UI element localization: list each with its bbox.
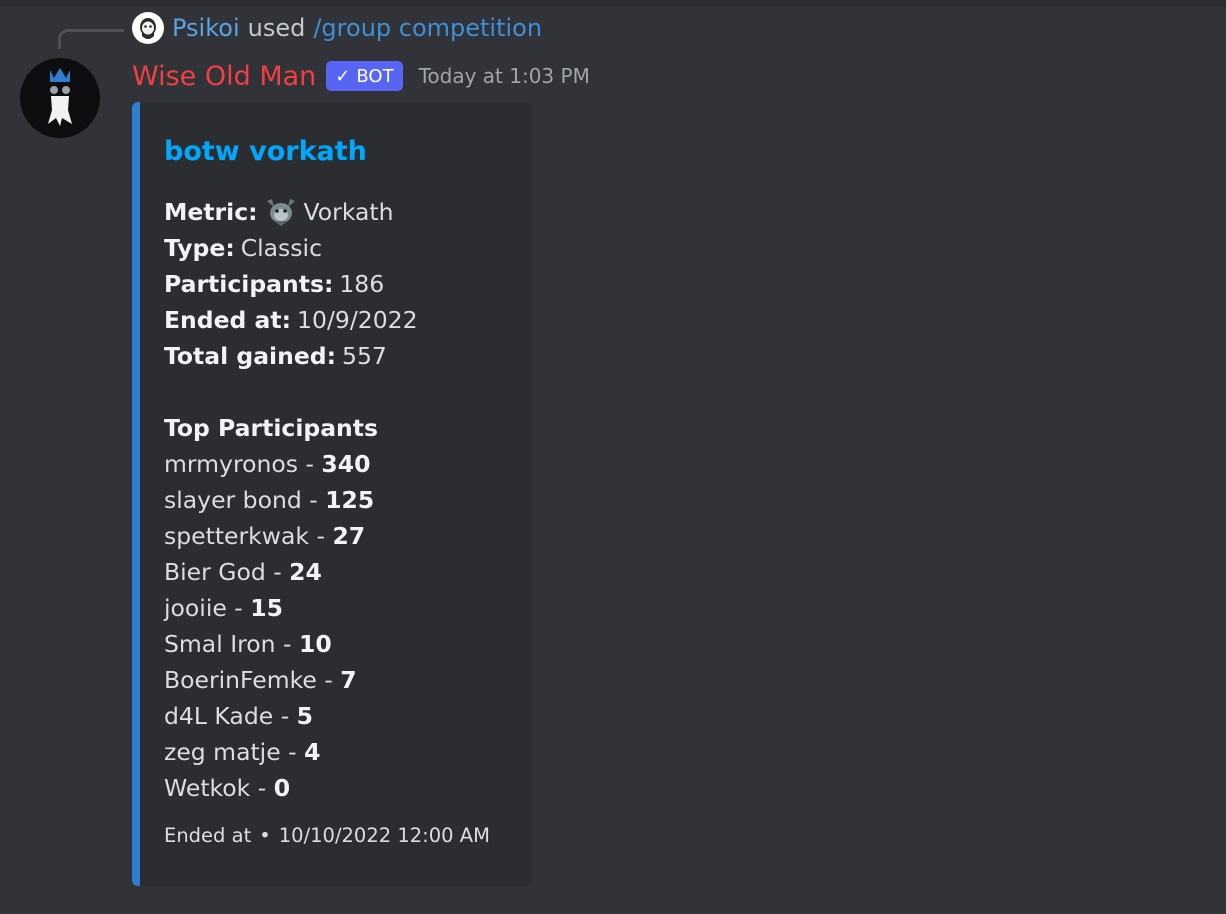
bot-badge-label: BOT: [356, 65, 394, 87]
field-ended-at: Ended at: 10/9/2022: [164, 302, 418, 338]
field-label: Type:: [164, 234, 235, 262]
participant-name: jooiie: [164, 594, 227, 622]
participant-score: 27: [332, 522, 366, 550]
reply-connector: [58, 29, 124, 49]
participant-name: BoerinFemke: [164, 666, 317, 694]
list-item: Wetkok - 0: [164, 774, 291, 802]
list-item: slayer bond - 125: [164, 486, 375, 514]
field-type: Type: Classic: [164, 230, 418, 266]
field-total-gained: Total gained: 557: [164, 338, 418, 374]
field-participants: Participants: 186: [164, 266, 418, 302]
message-header: Wise Old Man ✓ BOT Today at 1:03 PM: [132, 58, 590, 94]
command-header: Psikoi used /group competition: [132, 12, 542, 44]
verified-check-icon: ✓: [335, 65, 351, 87]
participant-score: 10: [298, 630, 332, 658]
participant-score: 24: [289, 558, 322, 586]
top-participants-heading: Top Participants: [164, 414, 379, 442]
author-name[interactable]: Wise Old Man: [132, 61, 316, 92]
bot-avatar[interactable]: [20, 58, 100, 138]
participant-score: 125: [325, 486, 375, 514]
list-item: mrmyronos - 340: [164, 450, 371, 478]
user-face-icon: [140, 18, 156, 39]
list-item: Smal Iron - 10: [164, 630, 332, 658]
list-item: Bier God - 24: [164, 558, 322, 586]
command-user-name[interactable]: Psikoi: [172, 14, 240, 42]
list-item: BoerinFemke - 7: [164, 666, 357, 694]
field-label: Total gained:: [164, 342, 337, 370]
field-value: 10/9/2022: [297, 306, 418, 334]
participant-name: spetterkwak: [164, 522, 310, 550]
command-name[interactable]: /group competition: [313, 14, 542, 42]
user-avatar[interactable]: [132, 12, 164, 44]
field-value: 557: [342, 342, 387, 370]
embed-title[interactable]: botw vorkath: [164, 136, 367, 167]
participant-score: 0: [273, 774, 291, 802]
participant-score: 7: [340, 666, 357, 694]
bot-badge: ✓ BOT: [326, 61, 403, 91]
participant-score: 5: [296, 702, 313, 730]
participant-name: zeg matje: [164, 738, 281, 766]
field-value: Classic: [240, 234, 322, 262]
footer-separator: •: [259, 824, 271, 847]
embed-footer: Ended at • 10/10/2022 12:00 AM: [164, 824, 490, 847]
field-value: 186: [339, 270, 385, 298]
field-label: Participants:: [164, 270, 334, 298]
top-participants-list: mrmyronos - 340 slayer bond - 125 spette…: [164, 446, 374, 806]
list-item: zeg matje - 4: [164, 738, 321, 766]
participant-name: d4L Kade: [164, 702, 274, 730]
footer-label: Ended at: [164, 824, 252, 847]
participant-score: 15: [250, 594, 283, 622]
top-strip: [0, 0, 1226, 6]
participant-score: 4: [304, 738, 321, 766]
participant-name: mrmyronos: [164, 450, 298, 478]
list-item: spetterkwak - 27: [164, 522, 366, 550]
list-item: jooiie - 15: [164, 594, 283, 622]
participant-name: Bier God: [164, 558, 266, 586]
field-metric: Metric: Vorkath: [164, 194, 418, 230]
message-timestamp[interactable]: Today at 1:03 PM: [419, 64, 590, 88]
participant-score: 340: [321, 450, 371, 478]
participant-name: Smal Iron: [164, 630, 276, 658]
participant-name: Wetkok: [164, 774, 251, 802]
footer-timestamp: 10/10/2022 12:00 AM: [278, 824, 490, 847]
embed-fields: Metric: Vorkath Type: Classic Participan…: [164, 194, 418, 374]
field-label: Ended at:: [164, 306, 292, 334]
command-used-text: used: [247, 14, 306, 42]
field-value: Vorkath: [303, 198, 394, 226]
wise-old-man-icon: [48, 68, 72, 126]
competition-embed: botw vorkath Metric: Vorkath Type: Class…: [132, 102, 532, 886]
vorkath-icon: [266, 199, 295, 226]
field-label: Metric:: [164, 198, 258, 226]
list-item: d4L Kade - 5: [164, 702, 313, 730]
participant-name: slayer bond: [164, 486, 302, 514]
